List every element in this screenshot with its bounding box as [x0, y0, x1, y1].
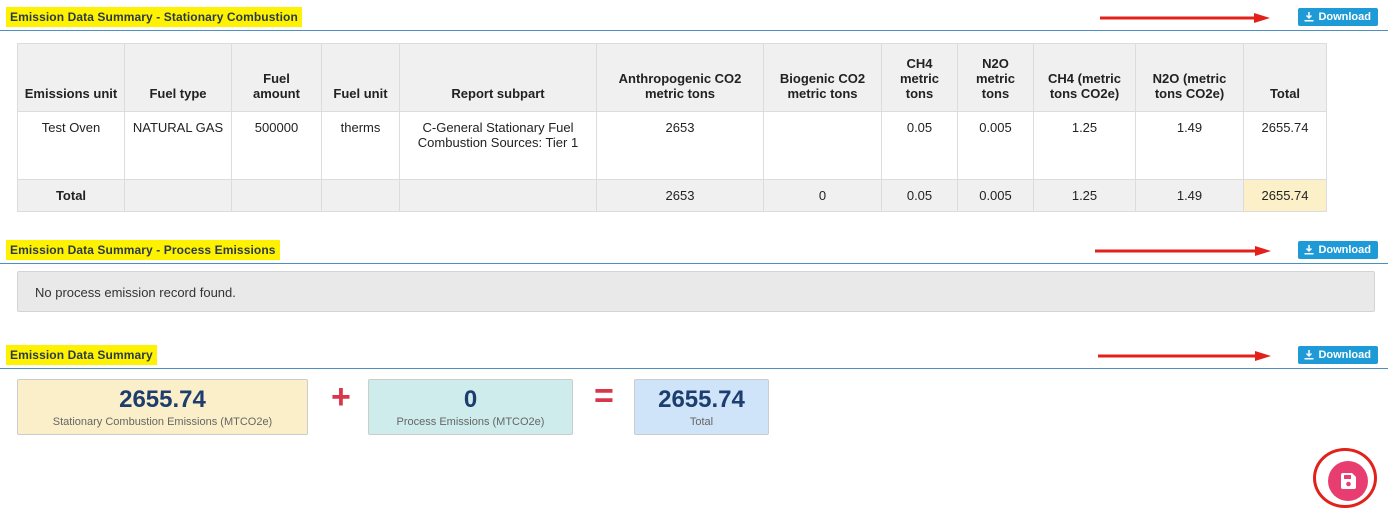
col-header: Fuel type [124, 43, 232, 112]
col-header: Biogenic CO2 metric tons [763, 43, 882, 112]
table-row: Test Oven NATURAL GAS 500000 therms C-Ge… [17, 111, 1327, 180]
total-emissions-card: 2655.74 Total [634, 379, 769, 435]
table-cell: 2655.74 [1243, 111, 1327, 180]
table-cell [399, 179, 597, 212]
download-icon [1304, 350, 1314, 360]
download-label: Download [1318, 349, 1371, 361]
process-emissions-card: 0 Process Emissions (MTCO2e) [368, 379, 573, 435]
stationary-section-header: Emission Data Summary - Stationary Combu… [0, 2, 1388, 31]
table-cell [231, 179, 322, 212]
save-button[interactable] [1328, 461, 1368, 501]
table-cell: therms [321, 111, 400, 180]
annotation-arrow-icon [1100, 13, 1270, 23]
table-total-row: Total 2653 0 0.05 0.005 1.25 1.49 2655.7… [17, 179, 1327, 212]
download-button-process[interactable]: Download [1298, 241, 1378, 259]
table-cell: 1.49 [1135, 179, 1244, 212]
plus-operator: + [331, 378, 351, 416]
total-emissions-label: Total [689, 416, 714, 428]
col-header: Fuel unit [321, 43, 400, 112]
stationary-emissions-value: 2655.74 [119, 386, 206, 413]
table-cell: 500000 [231, 111, 322, 180]
col-header: CH4 metric tons [881, 43, 958, 112]
equals-operator: = [594, 377, 614, 415]
table-cell: 1.49 [1135, 111, 1244, 180]
col-header: Total [1243, 43, 1327, 112]
grand-total-cell: 2655.74 [1243, 179, 1327, 212]
col-header: N2O metric tons [957, 43, 1034, 112]
section-divider [0, 263, 1388, 264]
section-divider [0, 30, 1388, 31]
process-emissions-label: Process Emissions (MTCO2e) [396, 416, 545, 428]
col-header: N2O (metric tons CO2e) [1135, 43, 1244, 112]
section-title-summary: Emission Data Summary [6, 345, 157, 365]
stationary-combustion-table: Emissions unit Fuel type Fuel amount Fue… [17, 43, 1327, 212]
stationary-emissions-label: Stationary Combustion Emissions (MTCO2e) [52, 416, 273, 428]
table-cell: 0.05 [881, 111, 958, 180]
table-cell [321, 179, 400, 212]
download-icon [1304, 245, 1314, 255]
table-cell: 2653 [596, 179, 764, 212]
table-cell: NATURAL GAS [124, 111, 232, 180]
col-header: Emissions unit [17, 43, 125, 112]
table-cell: 1.25 [1033, 179, 1136, 212]
table-cell: 0.005 [957, 111, 1034, 180]
section-divider [0, 368, 1388, 369]
save-icon [1341, 473, 1356, 489]
col-header: CH4 (metric tons CO2e) [1033, 43, 1136, 112]
table-cell: 0.05 [881, 179, 958, 212]
table-header-row: Emissions unit Fuel type Fuel amount Fue… [17, 43, 1327, 112]
table-cell: 0.005 [957, 179, 1034, 212]
process-emissions-value: 0 [463, 386, 478, 413]
download-label: Download [1318, 11, 1371, 23]
table-cell: 1.25 [1033, 111, 1136, 180]
download-button-stationary[interactable]: Download [1298, 8, 1378, 26]
process-section-header: Emission Data Summary - Process Emission… [0, 235, 1388, 264]
total-row-label: Total [17, 179, 125, 212]
section-title-stationary: Emission Data Summary - Stationary Combu… [6, 7, 302, 27]
download-label: Download [1318, 244, 1371, 256]
no-records-message: No process emission record found. [17, 271, 1375, 312]
table-cell: Test Oven [17, 111, 125, 180]
annotation-arrow-icon [1098, 351, 1271, 361]
summary-section-header: Emission Data Summary Download [0, 340, 1388, 369]
table-cell: 0 [763, 179, 882, 212]
table-cell [124, 179, 232, 212]
annotation-arrow-icon [1095, 246, 1271, 256]
total-emissions-value: 2655.74 [658, 386, 745, 413]
table-cell: 2653 [596, 111, 764, 180]
section-title-process: Emission Data Summary - Process Emission… [6, 240, 280, 260]
download-icon [1304, 12, 1314, 22]
stationary-emissions-card: 2655.74 Stationary Combustion Emissions … [17, 379, 308, 435]
table-cell: C-General Stationary Fuel Combustion Sou… [399, 111, 597, 180]
table-cell [763, 111, 882, 180]
col-header: Anthropogenic CO2 metric tons [596, 43, 764, 112]
download-button-summary[interactable]: Download [1298, 346, 1378, 364]
col-header: Report subpart [399, 43, 597, 112]
col-header: Fuel amount [231, 43, 322, 112]
